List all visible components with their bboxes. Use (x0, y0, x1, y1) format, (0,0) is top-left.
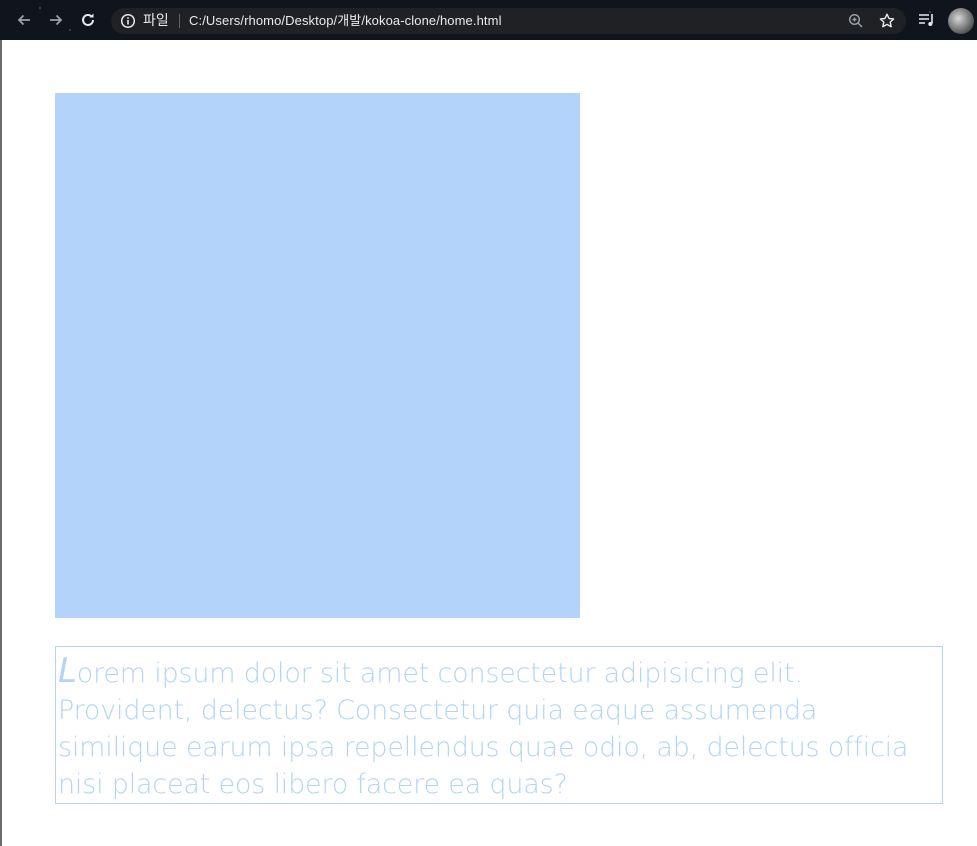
reload-button[interactable] (76, 8, 100, 32)
address-bar[interactable]: 파일 C:/Users/rhomo/Desktop/개발/kokoa-clone… (111, 8, 906, 34)
back-button[interactable] (12, 8, 36, 32)
forward-arrow-icon (50, 14, 63, 26)
first-letter: L (58, 651, 77, 691)
star-icon[interactable] (878, 12, 896, 30)
blue-box (55, 93, 580, 618)
back-arrow-icon (17, 14, 30, 26)
lorem-paragraph: Lorem ipsum dolor sit amet consectetur a… (58, 653, 940, 803)
profile-avatar[interactable] (948, 8, 974, 34)
omnibox-divider (179, 14, 180, 28)
browser-toolbar: 파일 C:/Users/rhomo/Desktop/개발/kokoa-clone… (0, 0, 977, 40)
paragraph-box: Lorem ipsum dolor sit amet consectetur a… (55, 646, 943, 804)
site-info-chip[interactable]: 파일 (143, 12, 169, 30)
url-text[interactable]: C:/Users/rhomo/Desktop/개발/kokoa-clone/ho… (189, 12, 502, 30)
window-border (0, 40, 2, 846)
reload-icon (82, 13, 94, 26)
zoom-icon[interactable] (847, 12, 865, 30)
forward-button[interactable] (44, 8, 68, 32)
paragraph-text: orem ipsum dolor sit amet consectetur ad… (58, 658, 909, 800)
media-control-icon[interactable] (917, 10, 937, 30)
info-icon[interactable] (120, 13, 136, 29)
